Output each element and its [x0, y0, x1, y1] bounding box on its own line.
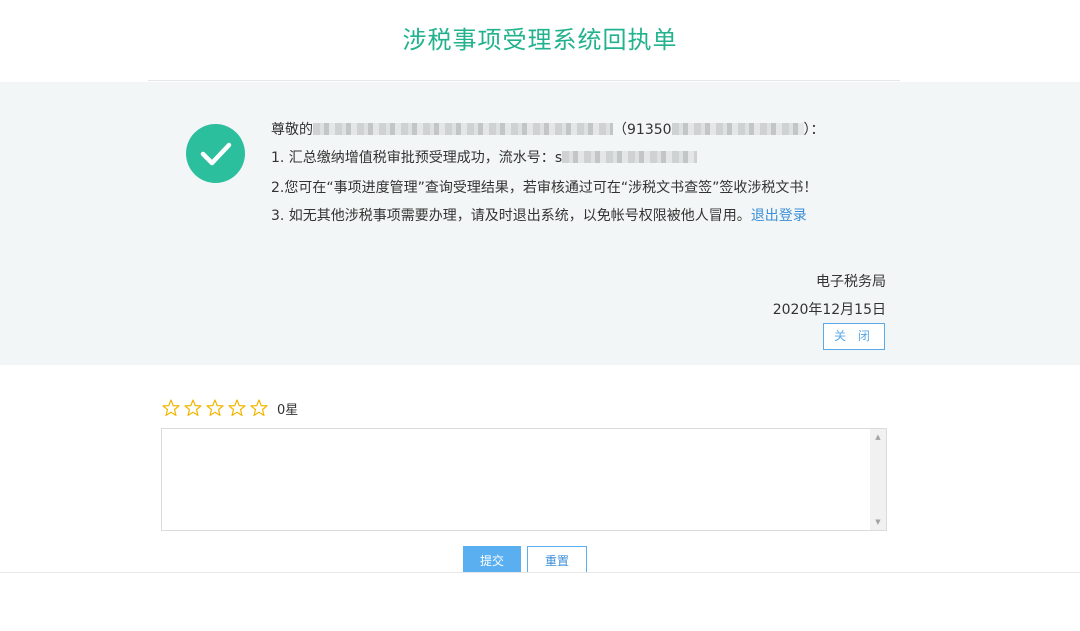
check-circle-icon [186, 124, 245, 183]
rating-value: 0星 [277, 402, 299, 418]
salutation-line: 尊敬的 （91350 ）： [271, 120, 825, 140]
star-outline-icon[interactable] [227, 398, 247, 418]
issue-date: 2020年12月15日 [772, 302, 886, 318]
serial-number-visible: s [554, 150, 563, 166]
star-outline-icon[interactable] [205, 398, 225, 418]
redacted-serial-number [562, 151, 698, 163]
close-button[interactable]: 关 闭 [823, 323, 885, 350]
star-rating: 0星 [161, 397, 298, 419]
star-outline-icon[interactable] [249, 398, 269, 418]
receipt-line-2: 2.您可在“事项进度管理”查询受理结果，若审核通过可在“涉税文书查签”签收涉税文… [271, 180, 818, 196]
page-footer-area [0, 573, 1080, 631]
scroll-down-arrow-icon[interactable]: ▼ [870, 514, 886, 530]
page-title: 涉税事项受理系统回执单 [402, 26, 678, 54]
receipt-line-3-text: 3. 如无其他涉税事项需要办理，请及时退出系统，以免帐号权限被他人冒用。 [271, 208, 751, 224]
issuer-name: 电子税务局 [816, 274, 886, 290]
receipt-line-1-text: 1. 汇总缴纳增值税审批预受理成功，流水号： [271, 150, 555, 166]
taxpayer-id-prefix: （91350 [613, 122, 672, 138]
title-divider [148, 80, 900, 81]
star-outline-icon[interactable] [161, 398, 181, 418]
comment-textarea[interactable] [162, 429, 870, 530]
salutation-close: ）： [803, 122, 825, 138]
scroll-up-arrow-icon[interactable]: ▲ [870, 429, 886, 445]
logout-link[interactable]: 退出登录 [751, 208, 807, 224]
receipt-line-3: 3. 如无其他涉税事项需要办理，请及时退出系统，以免帐号权限被他人冒用。退出登录 [271, 206, 807, 226]
redacted-taxpayer-name [313, 123, 613, 135]
receipt-page: 涉税事项受理系统回执单 尊敬的 （91350 ）： 1. 汇总缴纳增值税审批预受理成… [0, 0, 1080, 631]
salutation-prefix: 尊敬的 [271, 122, 313, 138]
redacted-taxpayer-id [671, 123, 804, 135]
comment-scrollbar[interactable]: ▲ ▼ [870, 429, 886, 530]
receipt-line-1: 1. 汇总缴纳增值税审批预受理成功，流水号：s [271, 148, 698, 168]
footer-divider [0, 572, 1080, 573]
comment-box: ▲ ▼ [161, 428, 887, 531]
star-outline-icon[interactable] [183, 398, 203, 418]
